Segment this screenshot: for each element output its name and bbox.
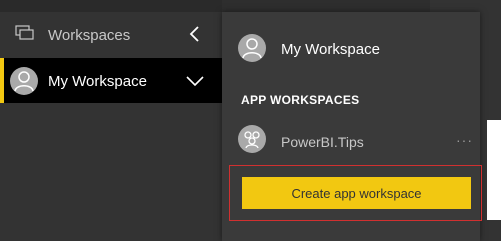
active-indicator: [0, 58, 4, 103]
flyout-my-workspace-link[interactable]: My Workspace: [281, 41, 380, 58]
content-card-edge: [487, 120, 501, 220]
my-workspace-avatar: [10, 67, 38, 95]
sidebar-top-strip: [0, 0, 222, 12]
sidebar-workspaces-label: Workspaces: [48, 27, 131, 44]
sidebar-my-workspace-label: My Workspace: [48, 73, 147, 90]
app-workspaces-heading: APP WORKSPACES: [241, 93, 360, 107]
create-app-workspace-button[interactable]: Create app workspace: [242, 177, 471, 209]
workspaces-icon: [15, 25, 35, 41]
group-workspace-avatar[interactable]: [238, 125, 266, 153]
chevron-down-icon[interactable]: [186, 74, 204, 87]
workspace-item-label[interactable]: PowerBI.Tips: [281, 134, 364, 150]
my-workspace-flyout-avatar[interactable]: [238, 34, 266, 62]
more-options-icon[interactable]: ···: [456, 132, 473, 148]
collapse-chevron-left-icon[interactable]: [188, 26, 202, 42]
